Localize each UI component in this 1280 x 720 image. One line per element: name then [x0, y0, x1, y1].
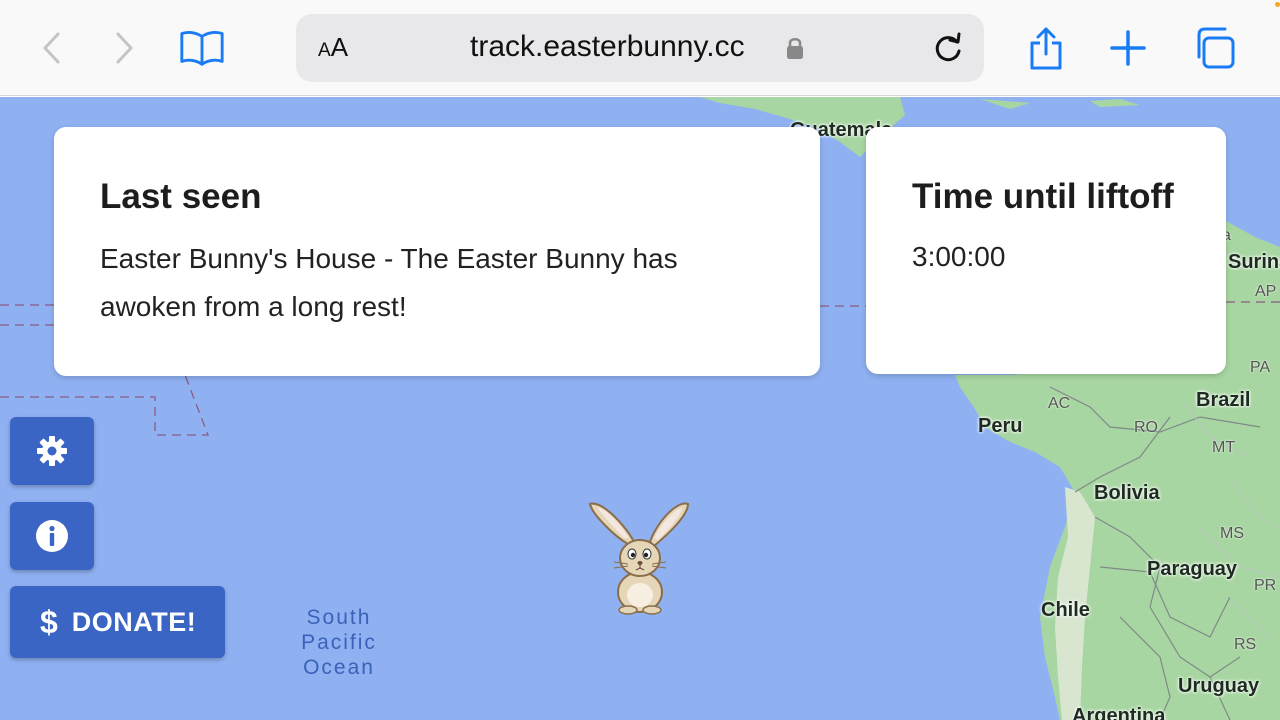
last-seen-text: Easter Bunny's House - The Easter Bunny … [100, 243, 678, 322]
back-icon[interactable] [28, 24, 76, 72]
forward-icon[interactable] [100, 24, 148, 72]
countdown-card: Time until liftoff 3:00:00 [866, 127, 1226, 374]
map-label-ocean: South Pacific Ocean [301, 606, 377, 679]
map-label-peru: Peru [978, 415, 1023, 437]
map-label-state-mt: MT [1212, 439, 1236, 456]
map-label-state-pa: PA [1250, 359, 1271, 376]
map-label-argentina: Argentina [1072, 705, 1166, 720]
map-label-chile: Chile [1041, 599, 1090, 621]
last-seen-title: Last seen [100, 177, 262, 216]
countdown-value: 3:00:00 [912, 241, 1006, 272]
bunny-icon [588, 502, 690, 615]
map-label-state-ap: AP [1255, 283, 1277, 300]
dollar-icon: $ [40, 603, 58, 640]
reload-icon[interactable] [930, 30, 966, 71]
map-label-suriname: Suriname [1228, 251, 1280, 273]
map-label-paraguay: Paraguay [1147, 558, 1238, 580]
map-label-brazil: Brazil [1196, 389, 1251, 411]
map-label-state-ms: MS [1220, 525, 1244, 542]
map-label-state-ro: RO [1134, 419, 1158, 436]
map-label-state-rs: RS [1234, 636, 1257, 653]
text-size-button[interactable]: AA [318, 32, 348, 63]
address-bar[interactable]: AA track.easterbunny.cc [296, 14, 984, 82]
gear-icon [37, 436, 67, 466]
recording-indicator [1275, 2, 1280, 7]
info-button[interactable] [10, 502, 94, 570]
donate-button[interactable]: $ DONATE! [10, 586, 225, 658]
bookmarks-icon[interactable] [178, 24, 226, 72]
info-icon [36, 520, 68, 552]
new-tab-icon[interactable] [1104, 24, 1152, 72]
share-icon[interactable] [1022, 24, 1070, 72]
map-label-state-ac: AC [1048, 395, 1071, 412]
donate-label: DONATE! [71, 606, 197, 637]
easter-bunny-marker[interactable] [584, 496, 696, 621]
map-label-uruguay: Uruguay [1178, 675, 1260, 697]
tabs-icon[interactable] [1190, 24, 1238, 72]
map-label-bolivia: Bolivia [1094, 482, 1160, 504]
last-seen-card: Last seen Easter Bunny's House - The Eas… [54, 127, 820, 376]
url-text[interactable]: track.easterbunny.cc [470, 30, 745, 64]
map-label-state-pr: PR [1254, 577, 1277, 594]
settings-button[interactable] [10, 417, 94, 485]
browser-toolbar: AA track.easterbunny.cc [0, 0, 1280, 96]
lock-icon [786, 36, 804, 65]
countdown-title: Time until liftoff [912, 177, 1174, 216]
